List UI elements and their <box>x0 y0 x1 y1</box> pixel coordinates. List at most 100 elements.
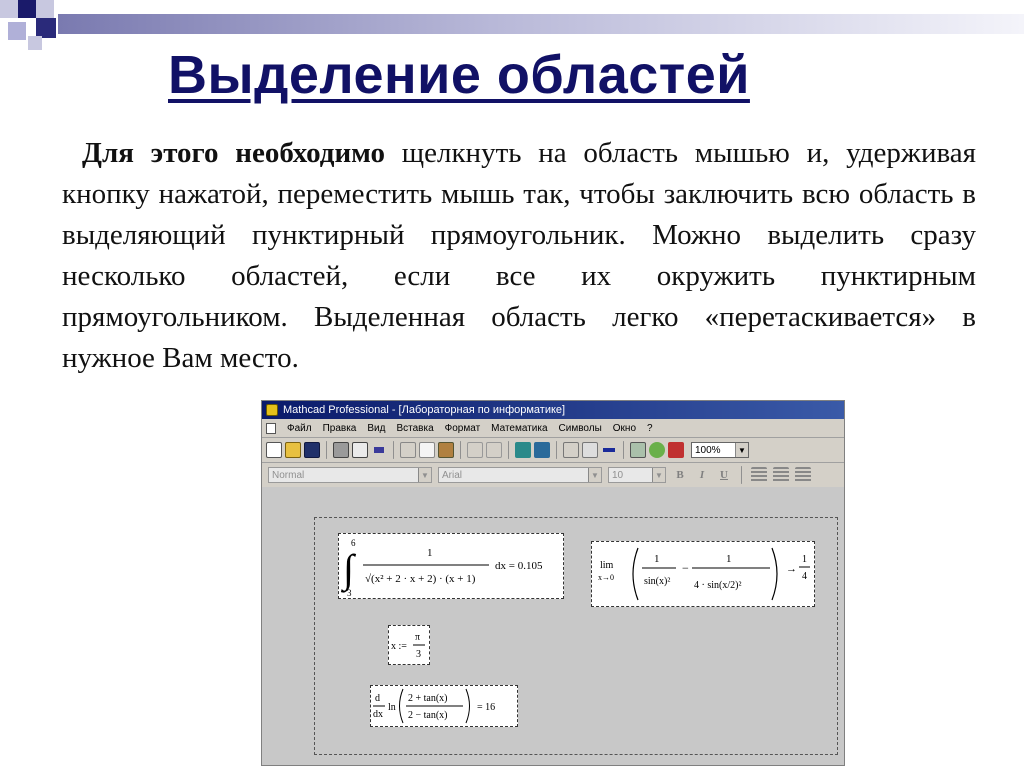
toolbar-separator <box>508 441 509 459</box>
mathcad-menubar: Файл Правка Вид Вставка Формат Математик… <box>262 419 844 438</box>
align-right-icon[interactable] <box>795 467 811 483</box>
style-select-value: Normal <box>272 469 305 481</box>
mathcad-standard-toolbar: 100% ▼ <box>262 438 844 463</box>
decorative-square <box>36 0 54 18</box>
derivative-expression: d dx ln 2 + tan(x) 2 − tan(x) = 16 <box>373 688 495 724</box>
derivative-region[interactable]: d dx ln 2 + tan(x) 2 − tan(x) = 16 <box>370 685 518 727</box>
menu-file[interactable]: Файл <box>287 423 312 434</box>
assignment-region[interactable]: x := π 3 <box>388 625 430 665</box>
insert-unit-icon[interactable] <box>582 442 598 458</box>
font-size-value: 10 <box>612 469 624 481</box>
chevron-down-icon[interactable]: ▼ <box>418 468 431 482</box>
mathcad-window-title: Mathcad Professional - [Лабораторная по … <box>283 404 566 416</box>
insert-function-icon[interactable] <box>563 442 579 458</box>
decorative-square <box>8 22 26 40</box>
decorative-square <box>18 0 36 18</box>
insert-component-icon[interactable] <box>630 442 646 458</box>
menu-format[interactable]: Формат <box>445 423 481 434</box>
menu-help[interactable]: ? <box>647 423 653 434</box>
limit-lim: lim <box>600 560 614 571</box>
network-icon[interactable] <box>668 442 684 458</box>
toolbar-separator <box>460 441 461 459</box>
cut-icon[interactable] <box>400 442 416 458</box>
decorative-square <box>36 18 56 38</box>
limit-term1-den: sin(x)² <box>644 576 670 587</box>
document-icon[interactable] <box>266 422 276 434</box>
decorative-top-bar <box>58 14 1024 34</box>
integral-sign: ∫ <box>340 546 357 593</box>
derivative-dx: dx <box>373 709 383 720</box>
align-center-icon[interactable] <box>773 467 789 483</box>
toolbar-separator <box>556 441 557 459</box>
font-select[interactable]: Arial ▼ <box>438 467 602 483</box>
calculate-icon[interactable] <box>601 442 617 458</box>
save-icon[interactable] <box>304 442 320 458</box>
integral-region[interactable]: ∫ 6 3 1 √(x² + 2 · x + 2) · (x + 1) dx =… <box>338 533 564 599</box>
mathcad-titlebar: Mathcad Professional - [Лабораторная по … <box>262 401 844 419</box>
zoom-select[interactable]: 100% ▼ <box>691 442 749 458</box>
derivative-frac-den: 2 − tan(x) <box>408 710 448 721</box>
limit-term2-num: 1 <box>726 553 732 565</box>
limit-result-den: 4 <box>802 571 807 582</box>
menu-symbolics[interactable]: Символы <box>559 423 602 434</box>
undo-icon[interactable] <box>467 442 483 458</box>
chevron-down-icon[interactable]: ▼ <box>588 468 601 482</box>
limit-minus: − <box>682 561 689 575</box>
mathcad-app-icon <box>266 404 278 416</box>
limit-term1-num: 1 <box>654 553 660 565</box>
bold-button[interactable]: B <box>672 467 688 483</box>
derivative-frac-num: 2 + tan(x) <box>408 693 448 704</box>
copy-icon[interactable] <box>419 442 435 458</box>
derivative-ln: ln <box>388 702 396 713</box>
integral-denominator: √(x² + 2 · x + 2) · (x + 1) <box>365 573 476 585</box>
body-bold-lead: Для этого необходимо <box>82 137 386 169</box>
integral-upper-limit: 6 <box>351 538 356 548</box>
decorative-square <box>0 0 18 18</box>
print-icon[interactable] <box>333 442 349 458</box>
toolbar-separator <box>393 441 394 459</box>
menu-insert[interactable]: Вставка <box>396 423 433 434</box>
assignment-den: 3 <box>416 649 421 660</box>
chevron-down-icon[interactable]: ▼ <box>735 443 748 457</box>
align-vertical-icon[interactable] <box>534 442 550 458</box>
limit-under: x→0 <box>598 573 614 582</box>
style-select[interactable]: Normal ▼ <box>268 467 432 483</box>
menu-math[interactable]: Математика <box>491 423 547 434</box>
spell-check-icon[interactable] <box>371 442 387 458</box>
derivative-result: = 16 <box>477 702 495 713</box>
body-text-rest: щелкнуть на область мышью и, удерживая к… <box>62 137 976 374</box>
print-preview-icon[interactable] <box>352 442 368 458</box>
integral-expression: ∫ 6 3 1 √(x² + 2 · x + 2) · (x + 1) dx =… <box>340 538 543 598</box>
toolbar-separator <box>326 441 327 459</box>
chevron-down-icon[interactable]: ▼ <box>652 468 665 482</box>
menu-window[interactable]: Окно <box>613 423 636 434</box>
mathcad-window: Mathcad Professional - [Лабораторная по … <box>261 400 845 766</box>
limit-arrow: → <box>786 563 797 575</box>
resource-center-icon[interactable] <box>649 442 665 458</box>
toolbar-separator <box>623 441 624 459</box>
underline-button[interactable]: U <box>716 467 732 483</box>
align-horizontal-icon[interactable] <box>515 442 531 458</box>
new-file-icon[interactable] <box>266 442 282 458</box>
toolbar-separator <box>741 466 742 484</box>
assignment-expression: x := π 3 <box>391 632 425 660</box>
align-left-icon[interactable] <box>751 467 767 483</box>
italic-button[interactable]: I <box>694 467 710 483</box>
menu-view[interactable]: Вид <box>367 423 385 434</box>
integral-lower-limit: 3 <box>347 588 352 598</box>
paste-icon[interactable] <box>438 442 454 458</box>
slide-title: Выделение областей <box>168 45 750 105</box>
redo-icon[interactable] <box>486 442 502 458</box>
mathcad-worksheet[interactable]: ∫ 6 3 1 √(x² + 2 · x + 2) · (x + 1) dx =… <box>262 487 844 765</box>
menu-edit[interactable]: Правка <box>323 423 357 434</box>
font-size-select[interactable]: 10 ▼ <box>608 467 666 483</box>
open-folder-icon[interactable] <box>285 442 301 458</box>
font-select-value: Arial <box>442 469 463 481</box>
derivative-d: d <box>375 693 380 704</box>
zoom-value: 100% <box>695 444 721 456</box>
limit-expression: lim x→0 1 sin(x)² − 1 4 · sin(x/2)² → 1 … <box>598 547 810 601</box>
integral-result: dx = 0.105 <box>495 560 543 572</box>
slide-body-text: Для этого необходимо щелкнуть на область… <box>62 133 976 379</box>
limit-region[interactable]: lim x→0 1 sin(x)² − 1 4 · sin(x/2)² → 1 … <box>591 541 815 607</box>
decorative-square <box>28 36 42 50</box>
